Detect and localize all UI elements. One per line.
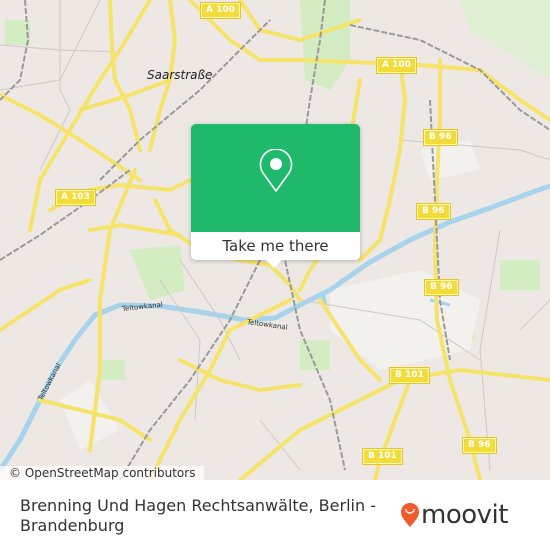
- road-shield-a103: A 103: [55, 189, 96, 206]
- popup-pointer: [265, 259, 283, 268]
- road-shield-b96: B 96: [462, 437, 497, 454]
- place-title: Brenning Und Hagen Rechtsanwälte, Berlin…: [20, 496, 376, 535]
- road-shield-b101: B 101: [389, 367, 430, 384]
- road-shield-a100: A 100: [376, 57, 417, 74]
- road-shield-b96: B 96: [416, 203, 451, 220]
- take-me-there-button[interactable]: Take me there: [191, 232, 360, 260]
- popup-header: [191, 124, 360, 232]
- moovit-wordmark: moovit: [421, 500, 508, 530]
- map-attribution[interactable]: © OpenStreetMap contributors: [0, 466, 205, 480]
- moovit-logo[interactable]: moovit: [400, 500, 508, 530]
- place-label-saarstrasse: Saarstraße: [147, 68, 213, 82]
- map-view[interactable]: A 100 A 100 A 103 B 96 B 96 B 96 B 101 B…: [0, 0, 550, 480]
- footer: Brenning Und Hagen Rechtsanwälte, Berlin…: [0, 490, 550, 550]
- road-shield-b96: B 96: [424, 279, 459, 296]
- road-shield-b101: B 101: [362, 448, 403, 465]
- road-shield-b96: B 96: [423, 129, 458, 146]
- road-shield-a100: A 100: [200, 2, 241, 19]
- location-popup: Take me there: [191, 124, 360, 268]
- moovit-pin-icon: [401, 503, 419, 527]
- map-pin-icon: [259, 149, 293, 192]
